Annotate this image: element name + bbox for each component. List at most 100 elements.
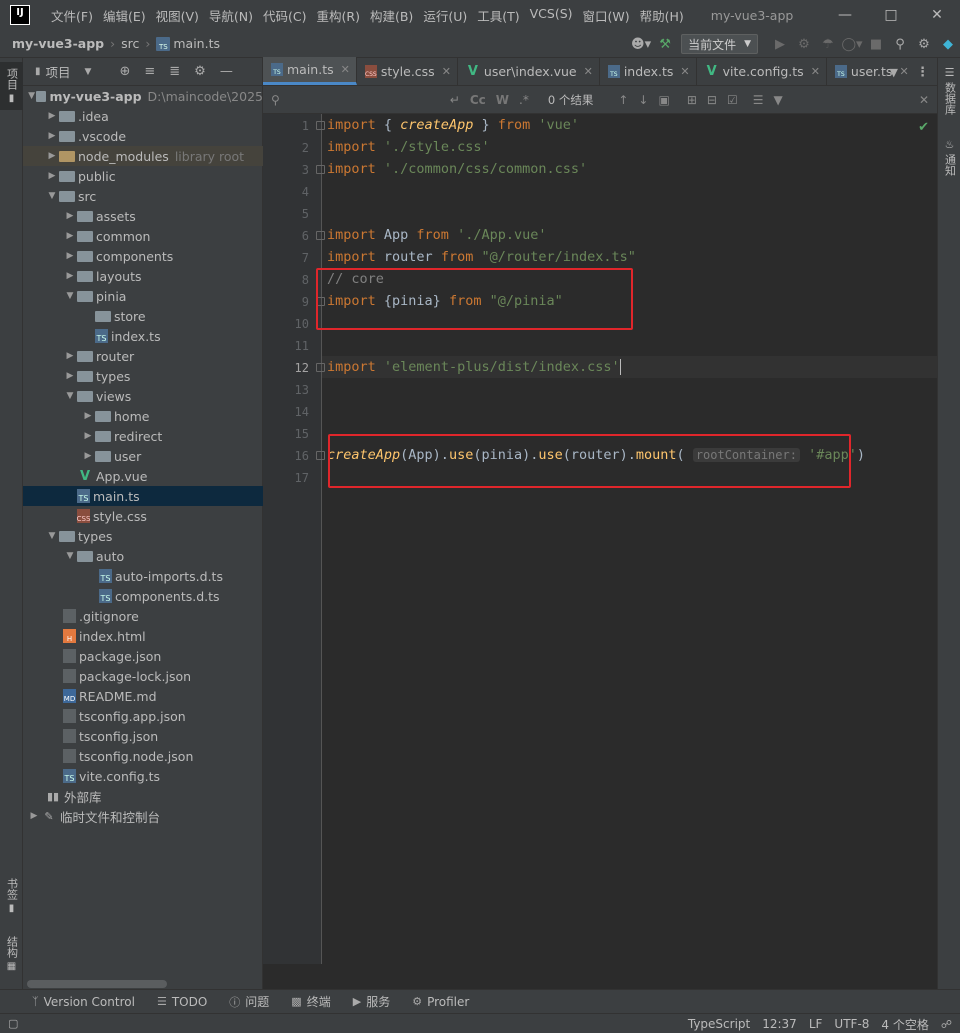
minimize-icon[interactable]: — [822,0,868,30]
settings-gear-icon[interactable]: ⚙ [913,33,935,55]
next-occurrence-icon[interactable]: ↓ [638,93,648,107]
tool-problems[interactable]: ⓘ 问题 [229,993,269,1010]
user-account-icon[interactable]: ☻▾ [630,33,652,55]
code-editor[interactable]: 1 2 3 4 5 6 7 8 9 10 11 12 13 14 15 16 1… [263,114,937,964]
inspection-ok-icon[interactable]: ✔ [918,120,929,135]
more-options-icon[interactable]: ⋮ [916,65,929,80]
toolbox-icon[interactable]: ◆ [937,33,959,55]
tool-windows-icon[interactable]: ▢ [8,1017,18,1030]
lock-icon[interactable]: ☍ [941,1018,952,1031]
tool-version-control[interactable]: ᛉ Version Control [32,995,135,1009]
close-icon[interactable]: ✕ [914,0,960,30]
tab-user-index-vue[interactable]: Vuser\index.vue ✕ [458,57,600,85]
tree-item-pinia[interactable]: ▼ pinia [23,286,263,306]
filter-search-results-icon[interactable]: ☰ [753,93,764,107]
select-all-icon[interactable]: ☑ [727,93,738,107]
status-encoding[interactable]: UTF-8 [834,1017,869,1031]
remove-occurrence-icon[interactable]: ⊟ [707,93,717,107]
status-line-separator[interactable]: LF [809,1017,823,1031]
tree-item-components[interactable]: ▶ components [23,246,263,266]
close-icon[interactable]: ✕ [341,63,350,76]
tree-item-vscode[interactable]: ▶ .vscode [23,126,263,146]
tree-item-types[interactable]: ▶ types [23,366,263,386]
tree-item-assets[interactable]: ▶ assets [23,206,263,226]
fold-marker-icon[interactable] [316,363,325,372]
app-logo-icon[interactable]: IJ [10,5,30,25]
tab-style-css[interactable]: CSS style.css ✕ [357,57,458,85]
collapse-all-icon[interactable]: ≣ [169,64,180,79]
close-find-icon[interactable]: ✕ [919,93,929,107]
breadcrumb-file[interactable]: main.ts [173,36,220,51]
maximize-icon[interactable]: □ [868,0,914,30]
coverage-icon[interactable]: ☂ [817,33,839,55]
search-icon[interactable]: ⚲ [889,33,911,55]
regex-toggle-icon[interactable]: .* [519,93,529,107]
hide-panel-icon[interactable]: — [220,64,233,79]
tree-item-index-html[interactable]: Hindex.html [23,626,263,646]
tool-tab-database[interactable]: ☰ 数据库 [938,66,960,115]
menu-build[interactable]: 构建(B) [365,6,418,25]
tree-item-redirect[interactable]: ▶ redirect [23,426,263,446]
add-occurrence-icon[interactable]: ⊞ [687,93,697,107]
tree-item-package-json[interactable]: package.json [23,646,263,666]
tree-item-scratches[interactable]: ▶ ✎ 临时文件和控制台 [23,806,263,826]
fold-marker-icon[interactable] [316,165,325,174]
tab-vite-config[interactable]: Vvite.config.ts ✕ [697,57,827,85]
tree-item-gitignore[interactable]: .gitignore [23,606,263,626]
tree-item-layouts[interactable]: ▶ layouts [23,266,263,286]
tree-item-home[interactable]: ▶ home [23,406,263,426]
select-all-occurrences-icon[interactable]: ▣ [658,93,669,107]
tab-index-ts[interactable]: TS index.ts ✕ [600,57,697,85]
tree-item-components-dts[interactable]: TS components.d.ts [23,586,263,606]
tree-item-router[interactable]: ▶ router [23,346,263,366]
tree-item-tsconfig-app[interactable]: tsconfig.app.json [23,706,263,726]
breadcrumb-folder[interactable]: src [121,36,139,51]
menu-run[interactable]: 运行(U) [418,6,472,25]
tree-item-external-libs[interactable]: ▮▮ 外部库 [23,786,263,806]
tool-profiler[interactable]: ⚙ Profiler [412,995,469,1009]
tree-item-common[interactable]: ▶ common [23,226,263,246]
status-language[interactable]: TypeScript [688,1017,750,1031]
fold-marker-icon[interactable] [316,451,325,460]
close-icon[interactable]: ✕ [584,65,593,78]
tabs-dropdown-icon[interactable]: ▼ [890,66,898,79]
tool-tab-structure[interactable]: 结构 ▦ [0,936,23,972]
run-icon[interactable]: ▶ [769,33,791,55]
debug-icon[interactable]: ⚙ [793,33,815,55]
menu-refactor[interactable]: 重构(R) [312,6,365,25]
menu-navigate[interactable]: 导航(N) [204,6,258,25]
tree-item-user[interactable]: ▶ user [23,446,263,466]
tool-tab-notifications[interactable]: ♨ 通知 [938,138,960,176]
close-icon[interactable]: ✕ [811,65,820,78]
project-panel-title[interactable]: 项目 [46,62,71,81]
run-config-dropdown[interactable]: 当前文件 ▼ [681,34,758,54]
tree-item-node-modules[interactable]: ▶ node_modules library root [23,146,263,166]
tree-item-style-css[interactable]: CSS style.css [23,506,263,526]
chevron-down-icon[interactable]: ▼ [85,67,92,77]
stop-icon[interactable]: ■ [865,33,887,55]
menu-help[interactable]: 帮助(H) [635,6,689,25]
tree-item-auto[interactable]: ▼ auto [23,546,263,566]
menu-edit[interactable]: 编辑(E) [98,6,151,25]
search-history-icon[interactable]: ⚲ [271,93,280,107]
previous-occurrence-icon[interactable]: ↑ [618,93,628,107]
profile-icon[interactable]: ◯▾ [841,33,863,55]
status-cursor-position[interactable]: 12:37 [762,1017,797,1031]
tree-item-src[interactable]: ▼ src [23,186,263,206]
tree-item-vite-config[interactable]: TS vite.config.ts [23,766,263,786]
menu-tools[interactable]: 工具(T) [472,6,524,25]
build-hammer-icon[interactable]: ⚒ [654,33,676,55]
tree-item-public[interactable]: ▶ public [23,166,263,186]
tree-item-root-types[interactable]: ▼ types [23,526,263,546]
expand-all-icon[interactable]: ≡ [144,64,155,79]
menu-view[interactable]: 视图(V) [151,6,204,25]
close-icon[interactable]: ✕ [680,65,689,78]
tree-item-app-vue[interactable]: V App.vue [23,466,263,486]
tool-terminal[interactable]: ▩ 终端 [291,993,330,1010]
status-indent[interactable]: 4 个空格 [881,1016,928,1033]
tree-item-idea[interactable]: ▶ .idea [23,106,263,126]
tree-item-pinia-index[interactable]: TS index.ts [23,326,263,346]
tree-item-main-ts[interactable]: TS main.ts [23,486,263,506]
menu-window[interactable]: 窗口(W) [578,6,635,25]
tree-item-tsconfig-node[interactable]: tsconfig.node.json [23,746,263,766]
